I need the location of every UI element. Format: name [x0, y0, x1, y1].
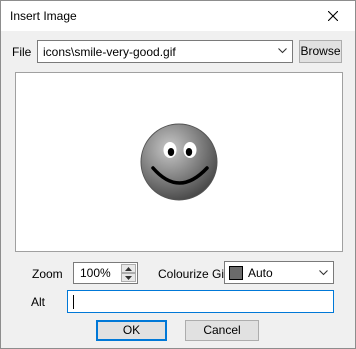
colourize-label: Colourize Gif: [158, 267, 228, 281]
text-caret: [73, 295, 74, 309]
image-preview: [15, 72, 343, 252]
zoom-label: Zoom: [32, 267, 63, 281]
browse-button[interactable]: Browse: [299, 40, 342, 63]
chevron-down-icon: [319, 270, 328, 276]
color-swatch: [229, 266, 243, 280]
spin-down-button[interactable]: [121, 273, 136, 282]
spin-up-button[interactable]: [121, 264, 136, 273]
zoom-value: 100%: [80, 266, 111, 280]
colourize-combobox[interactable]: Auto: [224, 261, 334, 284]
close-icon: [328, 11, 338, 21]
smiley-face-icon: [140, 123, 218, 201]
colourize-value: Auto: [248, 266, 273, 280]
cancel-button[interactable]: Cancel: [185, 320, 259, 341]
arrow-down-icon: [125, 276, 132, 280]
insert-image-dialog: Insert Image File icons\smile-very-good.…: [0, 0, 356, 349]
arrow-up-icon: [125, 267, 132, 271]
title-bar: Insert Image: [1, 1, 355, 31]
file-path-value: icons\smile-very-good.gif: [43, 45, 176, 59]
file-label: File: [12, 45, 32, 59]
alt-text-input[interactable]: [67, 290, 334, 313]
zoom-spinner[interactable]: [121, 264, 136, 282]
close-button[interactable]: [311, 1, 355, 31]
file-combobox[interactable]: icons\smile-very-good.gif: [37, 40, 293, 63]
dialog-title: Insert Image: [10, 9, 77, 23]
alt-label: Alt: [31, 295, 46, 309]
chevron-down-icon: [278, 48, 287, 54]
zoom-input[interactable]: 100%: [73, 262, 138, 284]
ok-button[interactable]: OK: [96, 320, 167, 341]
